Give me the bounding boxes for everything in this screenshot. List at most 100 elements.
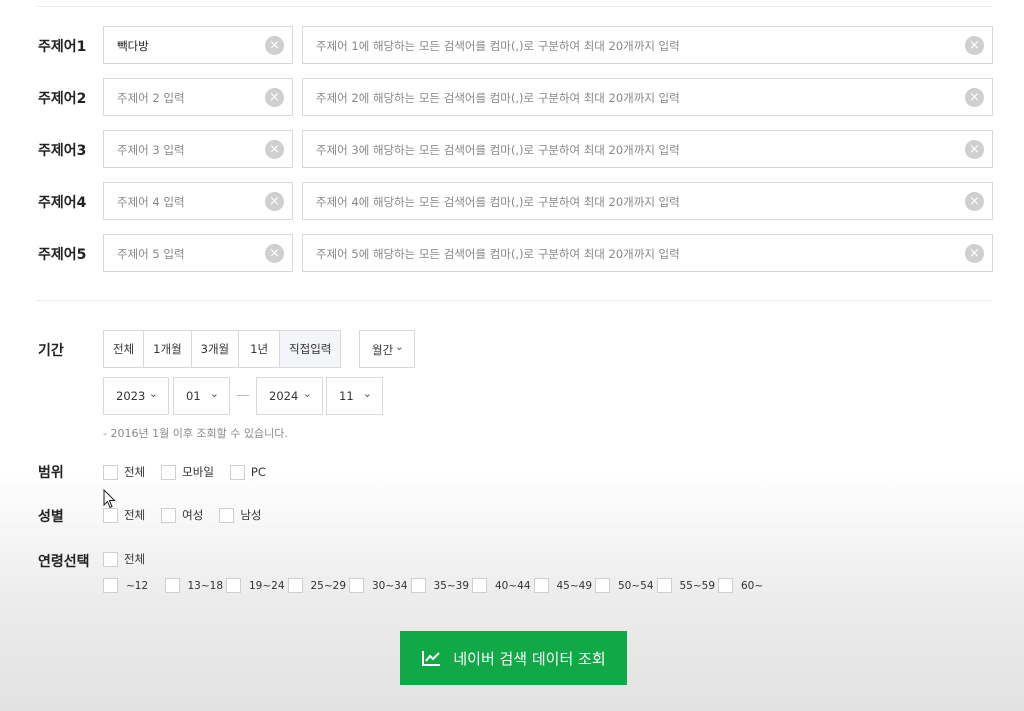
clear-icon[interactable]: ×: [265, 244, 284, 263]
age-all-checkbox[interactable]: [103, 551, 118, 567]
topic-input-3-placeholder: 주제어 3 입력: [117, 143, 185, 157]
clear-icon[interactable]: ×: [265, 88, 284, 107]
scope-pc-label: PC: [250, 465, 266, 479]
clear-icon[interactable]: ×: [265, 192, 284, 211]
age-option: 60~: [718, 578, 780, 593]
scope-mobile-label: 모바일: [182, 465, 214, 479]
clear-icon[interactable]: ×: [965, 244, 984, 263]
age-checkbox[interactable]: [656, 578, 672, 593]
keyword-label-3: 주제어3: [38, 143, 87, 159]
age-option-label: 19~24: [249, 579, 285, 592]
age-option: ~12: [103, 578, 165, 593]
interval-value: 월간: [372, 343, 394, 357]
period-button-group: 전체 1개월 3개월 1년 직접입력: [103, 330, 342, 368]
section-divider: [36, 300, 992, 301]
scope-label: 범위: [38, 465, 64, 481]
terms-input-4[interactable]: 주제어 4에 해당하는 모든 검색어를 컴마(,)로 구분하여 최대 20개까지…: [302, 182, 993, 220]
interval-select[interactable]: 월간 ⌄: [359, 330, 415, 368]
age-checkbox[interactable]: [349, 578, 364, 593]
age-checkbox[interactable]: [718, 578, 733, 593]
topic-input-3[interactable]: 주제어 3 입력 ×: [103, 130, 293, 168]
start-month-select[interactable]: 01 ⌄: [173, 377, 230, 415]
age-checkbox[interactable]: [226, 578, 241, 593]
scope-options: 전체 모바일 PC: [103, 464, 282, 480]
topic-input-4-placeholder: 주제어 4 입력: [117, 195, 185, 209]
age-checkbox[interactable]: [287, 578, 303, 593]
age-option-label: ~12: [126, 579, 149, 592]
terms-input-2[interactable]: 주제어 2에 해당하는 모든 검색어를 컴마(,)로 구분하여 최대 20개까지…: [302, 78, 993, 116]
terms-input-3-placeholder: 주제어 3에 해당하는 모든 검색어를 컴마(,)로 구분하여 최대 20개까지…: [316, 143, 680, 157]
age-option-label: 55~59: [679, 579, 716, 592]
terms-input-5[interactable]: 주제어 5에 해당하는 모든 검색어를 컴마(,)로 구분하여 최대 20개까지…: [302, 234, 993, 272]
gender-options: 전체 여성 남성: [103, 507, 278, 523]
terms-input-5-placeholder: 주제어 5에 해당하는 모든 검색어를 컴마(,)로 구분하여 최대 20개까지…: [316, 247, 680, 261]
clear-icon[interactable]: ×: [965, 140, 984, 159]
keyword-label-5: 주제어5: [38, 247, 87, 263]
period-1month-button[interactable]: 1개월: [144, 331, 192, 367]
terms-input-4-placeholder: 주제어 4에 해당하는 모든 검색어를 컴마(,)로 구분하여 최대 20개까지…: [316, 195, 680, 209]
gender-male-label: 남성: [240, 508, 262, 522]
age-option: 55~59: [656, 578, 719, 593]
gender-all-checkbox[interactable]: [103, 507, 118, 523]
end-year-select[interactable]: 2024 ⌄: [256, 377, 323, 415]
end-month-value: 11: [339, 389, 354, 403]
age-checkbox[interactable]: [533, 578, 549, 593]
clear-icon[interactable]: ×: [965, 36, 984, 55]
gender-female-checkbox[interactable]: [161, 507, 177, 523]
age-all-option: 전체: [103, 551, 161, 567]
topic-input-4[interactable]: 주제어 4 입력 ×: [103, 182, 293, 220]
age-all-label: 전체: [124, 552, 146, 566]
age-checkbox[interactable]: [410, 578, 426, 593]
scope-pc-checkbox[interactable]: [229, 464, 245, 480]
period-3month-button[interactable]: 3개월: [192, 331, 240, 367]
gender-label: 성별: [38, 509, 64, 525]
end-year-value: 2024: [269, 389, 299, 403]
age-option-label: 35~39: [433, 579, 470, 592]
mouse-cursor-icon: [103, 489, 116, 509]
end-month-select[interactable]: 11 ⌄: [326, 377, 383, 415]
search-data-button-label: 네이버 검색 데이터 조회: [453, 649, 606, 668]
age-checkbox[interactable]: [595, 578, 610, 593]
age-checkbox[interactable]: [472, 578, 487, 593]
topic-input-2-placeholder: 주제어 2 입력: [117, 91, 185, 105]
keyword-label-1: 주제어1: [38, 39, 87, 55]
gender-male-checkbox[interactable]: [219, 507, 235, 523]
age-options: ~12 13~18 19~24 25~29 30~34 35~39 40~44 …: [103, 578, 780, 593]
period-label: 기간: [38, 343, 64, 359]
period-1year-button[interactable]: 1년: [239, 331, 281, 367]
clear-icon[interactable]: ×: [965, 192, 984, 211]
topic-input-1[interactable]: 빽다방 ×: [103, 26, 293, 64]
age-option: 13~18: [164, 578, 227, 593]
top-divider: [36, 6, 992, 7]
period-custom-button[interactable]: 직접입력: [280, 331, 341, 367]
age-checkbox[interactable]: [164, 578, 180, 593]
gender-all-label: 전체: [124, 508, 146, 522]
clear-icon[interactable]: ×: [965, 88, 984, 107]
age-option: 40~44: [472, 578, 534, 593]
topic-input-5[interactable]: 주제어 5 입력 ×: [103, 234, 293, 272]
clear-icon[interactable]: ×: [265, 36, 284, 55]
scope-mobile-checkbox[interactable]: [161, 464, 177, 480]
scope-all-label: 전체: [124, 465, 146, 479]
chevron-down-icon: ⌄: [302, 387, 312, 400]
search-data-button[interactable]: 네이버 검색 데이터 조회: [400, 631, 627, 685]
age-option-label: 13~18: [187, 579, 224, 592]
chevron-down-icon: ⌄: [394, 340, 404, 353]
start-year-select[interactable]: 2023 ⌄: [103, 377, 169, 415]
age-option-label: 50~54: [618, 579, 654, 592]
age-checkbox[interactable]: [103, 578, 118, 593]
scope-all-checkbox[interactable]: [103, 464, 118, 480]
terms-input-1[interactable]: 주제어 1에 해당하는 모든 검색어를 컴마(,)로 구분하여 최대 20개까지…: [302, 26, 993, 64]
keyword-row-4: 주제어4 주제어 4 입력 × 주제어 4에 해당하는 모든 검색어를 컴마(,…: [0, 182, 1024, 220]
chevron-down-icon: ⌄: [209, 387, 219, 400]
age-option-label: 30~34: [372, 579, 408, 592]
period-all-button[interactable]: 전체: [104, 331, 145, 367]
chevron-down-icon: ⌄: [148, 387, 158, 400]
age-label: 연령선택: [38, 554, 90, 570]
terms-input-3[interactable]: 주제어 3에 해당하는 모든 검색어를 컴마(,)로 구분하여 최대 20개까지…: [302, 130, 993, 168]
chevron-down-icon: ⌄: [362, 387, 372, 400]
clear-icon[interactable]: ×: [265, 140, 284, 159]
topic-input-2[interactable]: 주제어 2 입력 ×: [103, 78, 293, 116]
age-option-label: 25~29: [310, 579, 347, 592]
chart-line-icon: [422, 651, 441, 666]
